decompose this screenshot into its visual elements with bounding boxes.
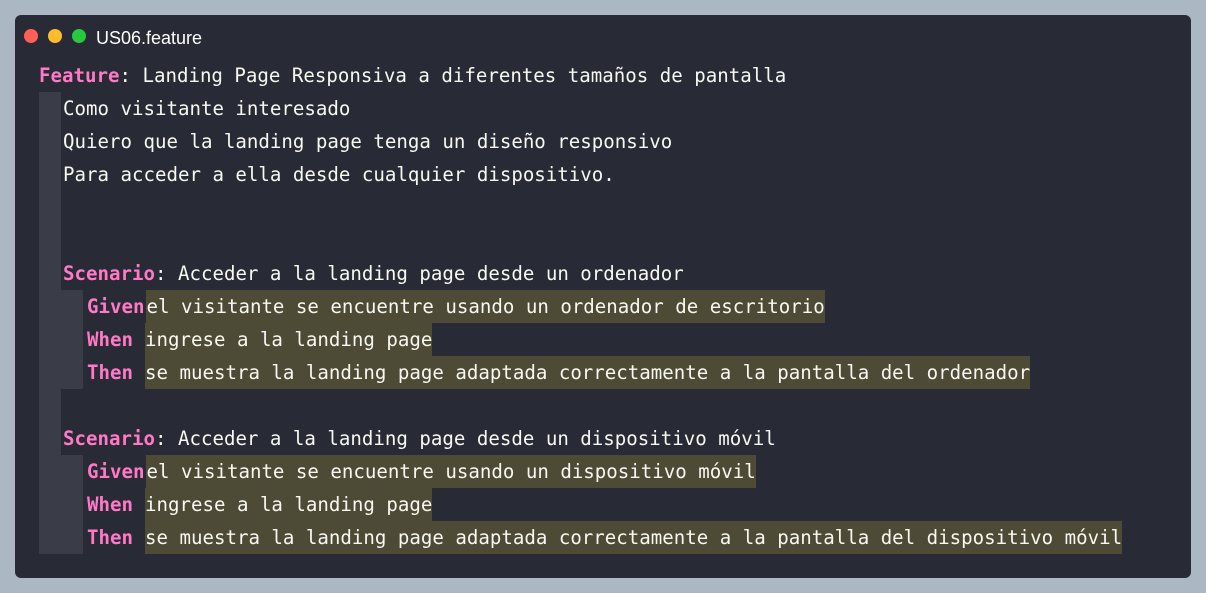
feature-description-line: Como visitante interesado: [63, 97, 351, 120]
feature-separator: :: [119, 64, 131, 87]
scenario-separator: :: [154, 427, 167, 450]
scenario-title: Acceder a la landing page desde un orden…: [166, 262, 684, 285]
step-text: se muestra la landing page adaptada corr…: [144, 521, 1123, 554]
feature-description-line: Para acceder a ella desde cualquier disp…: [63, 163, 615, 186]
code-block: Feature: Landing Page Responsiva a difer…: [15, 15, 1191, 578]
step-text: ingrese a la landing page: [144, 488, 433, 521]
step-text: se muestra la landing page adaptada corr…: [144, 356, 1031, 389]
step-text: ingrese a la landing page: [144, 323, 433, 356]
feature-keyword: Feature: [39, 64, 120, 87]
scenario-separator: :: [154, 262, 167, 285]
scenario-line: Scenario: Acceder a la landing page desd…: [63, 257, 684, 290]
step-line: When ingrese a la landing page: [87, 323, 433, 356]
step-line: Then se muestra la landing page adaptada …: [87, 356, 1031, 389]
step-line: Given el visitante se encuentre usando un…: [87, 290, 825, 323]
indent-guide: [61, 455, 83, 554]
step-keyword: When: [87, 328, 133, 351]
step-keyword: Given: [87, 295, 145, 318]
indent-guide: [39, 92, 61, 554]
code-window: US06.feature Feature: Landing Page Respo…: [15, 15, 1191, 578]
scenario-keyword: Scenario: [63, 427, 155, 450]
step-keyword: Given: [87, 460, 145, 483]
scenario-keyword: Scenario: [63, 262, 155, 285]
step-line: Given el visitante se encuentre usando un…: [87, 455, 756, 488]
step-line: Then se muestra la landing page adaptada …: [87, 521, 1123, 554]
step-keyword: Then: [87, 526, 133, 549]
step-text: el visitante se encuentre usando un orde…: [146, 290, 825, 323]
step-text: el visitante se encuentre usando un disp…: [146, 455, 756, 488]
step-line: When ingrese a la landing page: [87, 488, 433, 521]
step-keyword: Then: [87, 361, 133, 384]
feature-title: Landing Page Responsiva a diferentes tam…: [130, 64, 787, 87]
indent-guide: [61, 290, 83, 389]
feature-description-line: Quiero que la landing page tenga un dise…: [63, 130, 673, 153]
feature-line: Feature: Landing Page Responsiva a difer…: [39, 59, 786, 92]
step-keyword: When: [87, 493, 133, 516]
scenario-line: Scenario: Acceder a la landing page desd…: [63, 422, 776, 455]
scenario-title: Acceder a la landing page desde un dispo…: [166, 427, 776, 450]
